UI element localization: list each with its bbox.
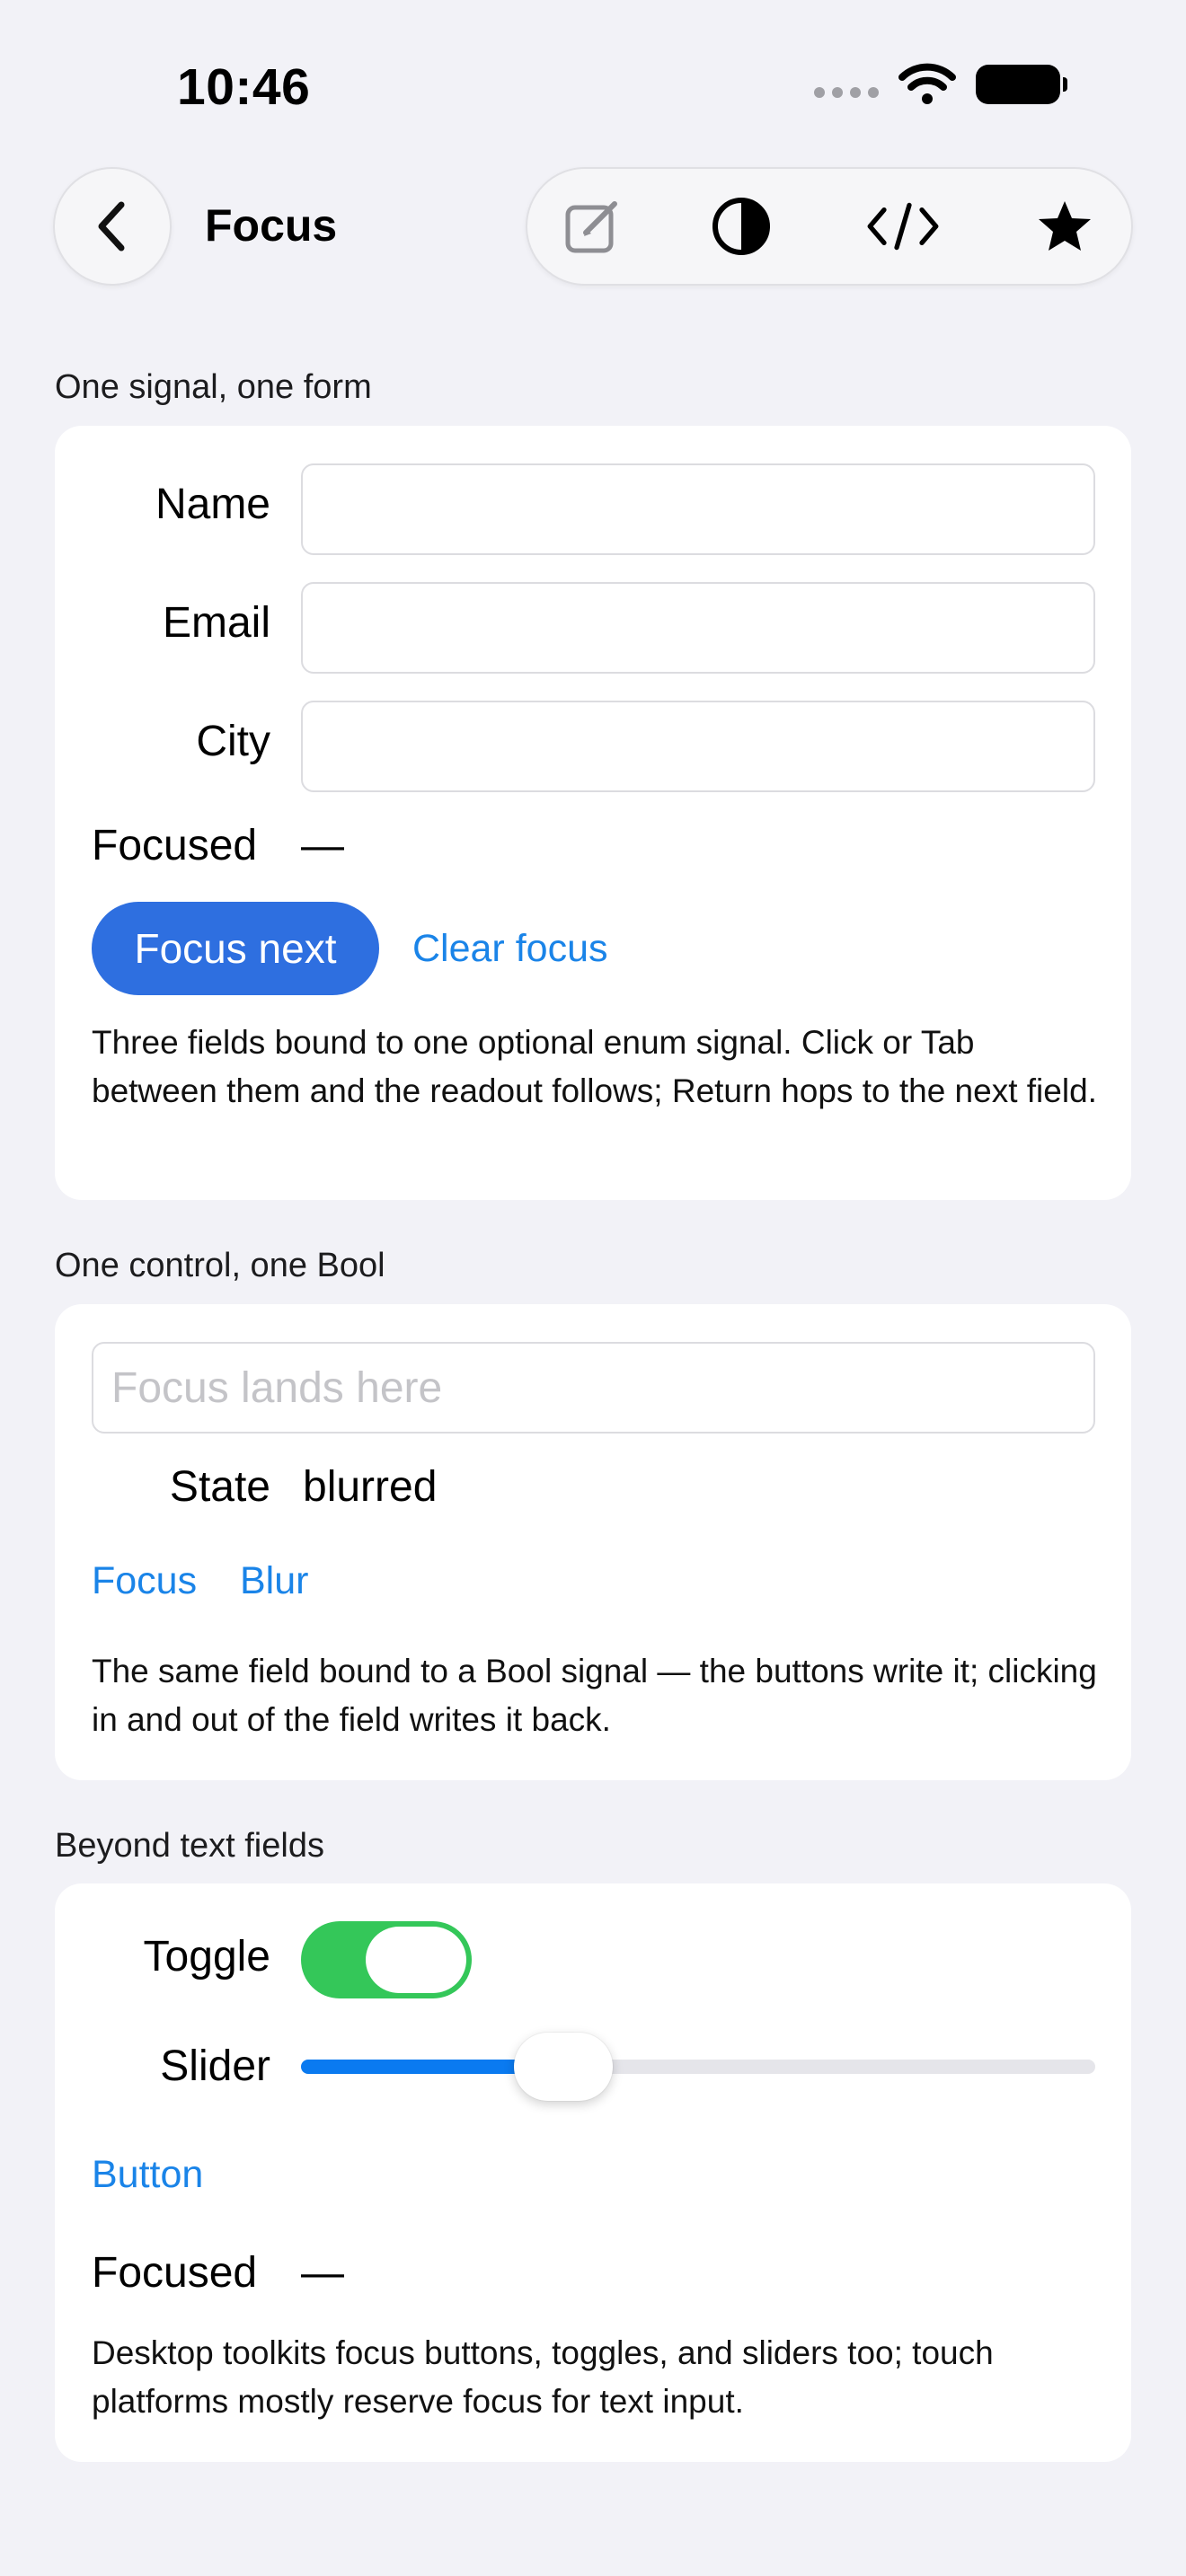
city-field[interactable] (301, 701, 1095, 792)
contrast-icon[interactable] (704, 189, 779, 264)
toggle-switch[interactable] (301, 1921, 472, 1998)
slider-label: Slider (160, 2042, 270, 2090)
status-time: 10:46 (177, 58, 311, 116)
bool-description: The same field bound to a Bool signal — … (92, 1653, 1097, 1738)
focus-button[interactable]: Focus (92, 1559, 197, 1603)
clear-focus-button[interactable]: Clear focus (412, 927, 607, 971)
toolbar (526, 167, 1133, 286)
wifi-icon (898, 63, 956, 104)
beyond-card: Toggle Slider Button Focused — Desktop t… (55, 1883, 1131, 2462)
email-field[interactable] (301, 582, 1095, 674)
slider[interactable] (301, 2033, 1095, 2101)
form-card: Name Email City Focused — Focus next Cle… (55, 426, 1131, 1200)
section-label-bool: One control, one Bool (55, 1247, 385, 1284)
focused-value: — (301, 822, 344, 869)
city-label: City (196, 718, 270, 765)
beyond-description: Desktop toolkits focus buttons, toggles,… (92, 2334, 994, 2420)
blur-button[interactable]: Blur (240, 1559, 308, 1603)
chevron-left-icon (98, 201, 125, 251)
focus-next-button[interactable]: Focus next (92, 902, 379, 995)
toggle-label: Toggle (143, 1933, 270, 1981)
section-label-form: One signal, one form (55, 368, 372, 406)
beyond-focused-label: Focused (92, 2249, 258, 2297)
state-value: blurred (303, 1463, 438, 1511)
section-label-beyond: Beyond text fields (55, 1827, 324, 1865)
compose-icon[interactable] (554, 189, 630, 264)
status-indicators (814, 63, 1067, 106)
star-icon[interactable] (1027, 189, 1102, 264)
focus-target-input[interactable] (92, 1342, 1095, 1434)
beyond-focused-value: — (301, 2249, 344, 2297)
page-title: Focus (205, 200, 338, 251)
slider-thumb[interactable] (513, 2033, 613, 2101)
back-button[interactable] (53, 167, 172, 286)
state-label: State (169, 1463, 270, 1511)
code-icon[interactable] (865, 189, 941, 264)
cellular-signal-icon (814, 87, 879, 98)
name-label: Name (155, 481, 270, 528)
email-label: Email (162, 599, 270, 647)
battery-icon (976, 65, 1067, 104)
focused-label: Focused (92, 822, 258, 869)
form-description: Three fields bound to one optional enum … (92, 1024, 1097, 1109)
bool-card: State blurred Focus Blur The same field … (55, 1304, 1131, 1780)
toggle-knob (366, 1927, 466, 1993)
button-link[interactable]: Button (92, 2153, 203, 2197)
name-field[interactable] (301, 463, 1095, 555)
